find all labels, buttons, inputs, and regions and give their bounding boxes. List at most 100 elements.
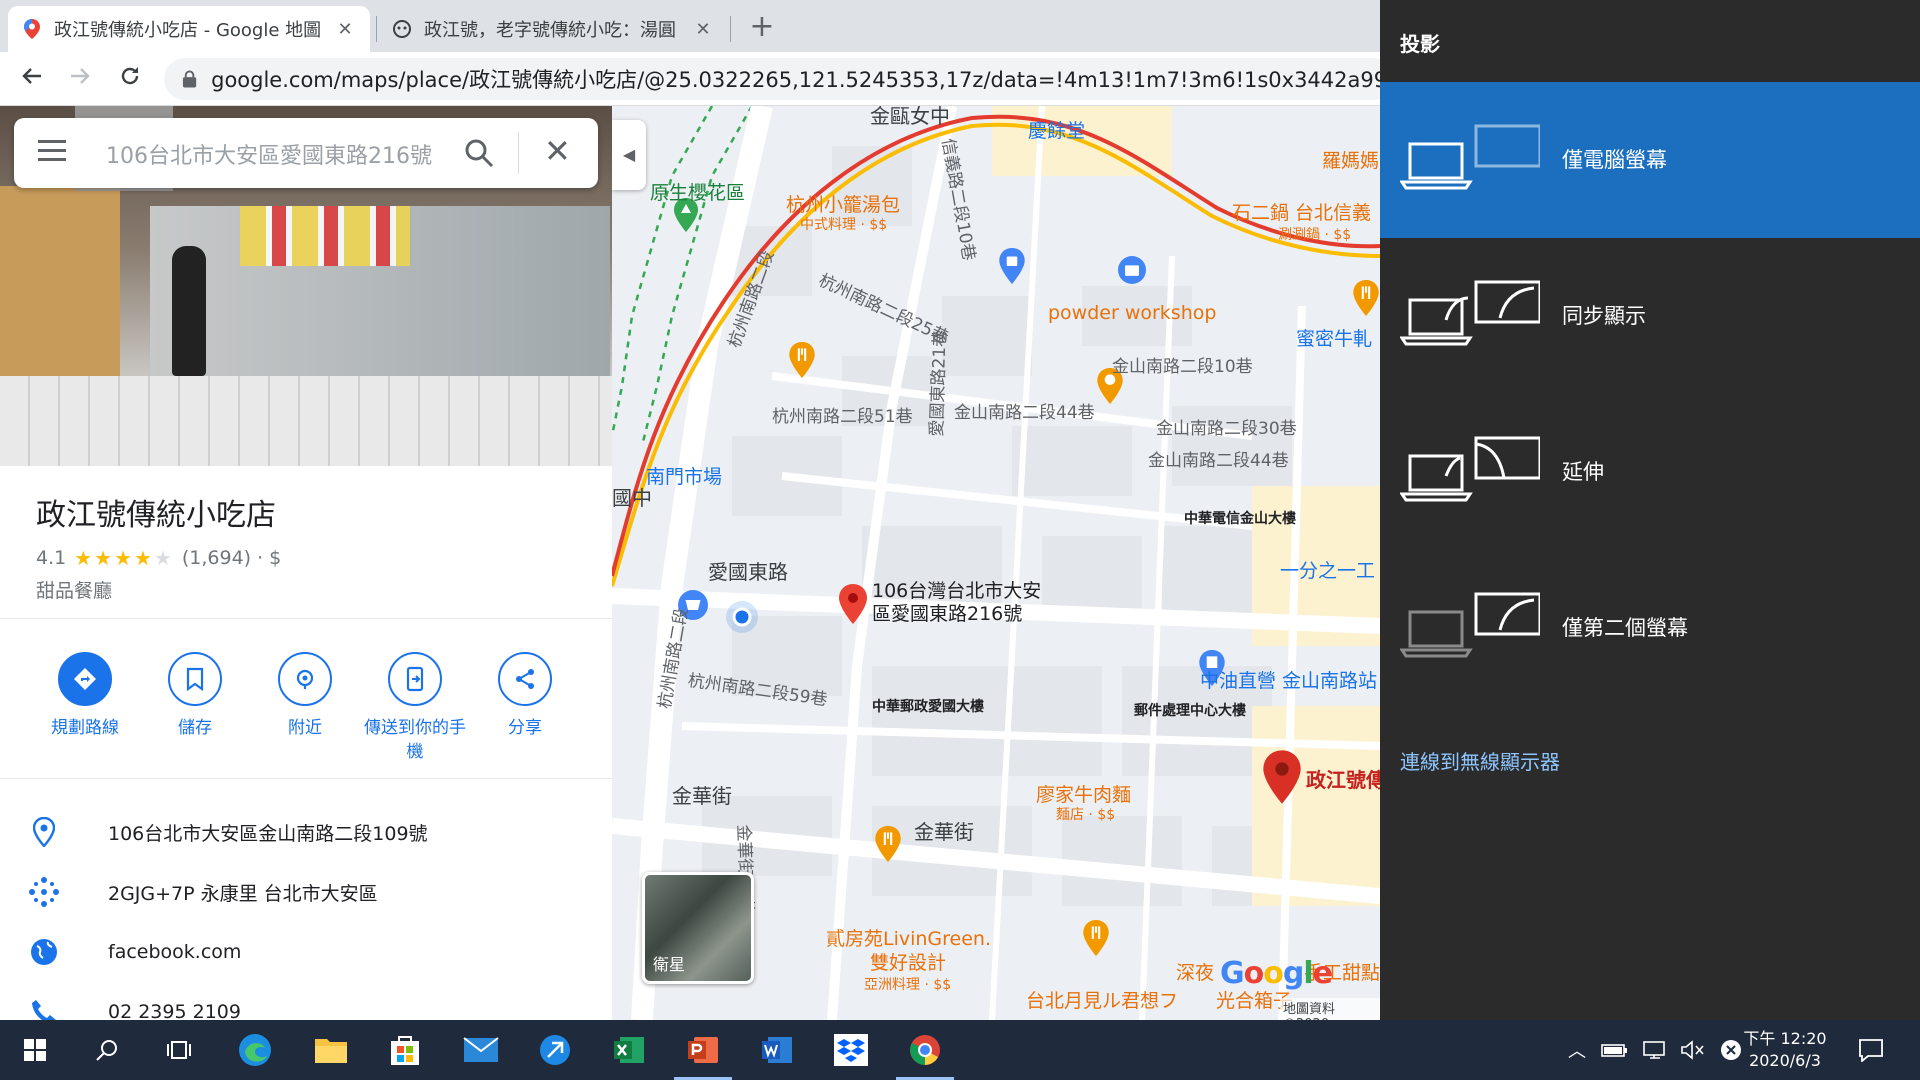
share-button[interactable]: 分享 bbox=[470, 652, 580, 740]
blog-icon bbox=[392, 19, 412, 39]
store-button[interactable] bbox=[370, 1020, 440, 1080]
folder-icon bbox=[315, 1039, 347, 1063]
tab-google-maps[interactable]: 政江號傳統小吃店 - Google 地圖 ✕ bbox=[8, 6, 370, 52]
map-label[interactable]: 中華郵政愛國大樓 bbox=[872, 696, 984, 716]
selected-place-pin-icon[interactable] bbox=[1262, 750, 1302, 804]
action-label: 分享 bbox=[508, 718, 542, 738]
pin-address-label[interactable]: 106台灣台北市大安區愛國東路216號 bbox=[872, 580, 1052, 626]
dropbox-button[interactable] bbox=[816, 1020, 886, 1080]
restaurant-marker-icon[interactable] bbox=[788, 342, 816, 378]
place-panel: 106台北市大安區愛國東路216號 ✕ 政江號傳統小吃店 4.1 ★★★★★ (… bbox=[0, 106, 612, 1020]
connect-wireless-display-link[interactable]: 連線到無線顯示器 bbox=[1400, 746, 1560, 775]
map-label[interactable]: 廖家牛肉麵 bbox=[1036, 780, 1131, 807]
satellite-layer-button[interactable]: 衛星 bbox=[642, 872, 754, 984]
map-label[interactable]: 蜜密牛軋 bbox=[1296, 324, 1372, 351]
star-rating[interactable]: ★★★★★ bbox=[74, 546, 174, 570]
menu-icon[interactable] bbox=[38, 140, 66, 166]
cafe-marker-icon[interactable] bbox=[1118, 256, 1146, 284]
excel-button[interactable] bbox=[594, 1020, 664, 1080]
reload-button[interactable] bbox=[112, 61, 148, 97]
restaurant-marker-icon[interactable] bbox=[874, 826, 902, 862]
option-label: 同步顯示 bbox=[1562, 304, 1646, 328]
taskbar-clock[interactable]: 下午 12:20 2020/6/3 bbox=[1730, 1028, 1840, 1072]
chevron-up-icon[interactable]: ︿ bbox=[1560, 1037, 1594, 1063]
search-input[interactable]: 106台北市大安區愛國東路216號 bbox=[106, 138, 446, 170]
app-button[interactable] bbox=[520, 1020, 590, 1080]
forward-button[interactable] bbox=[62, 61, 98, 97]
restaurant-marker-icon[interactable] bbox=[1352, 280, 1380, 316]
tab-divider bbox=[376, 16, 377, 42]
save-button[interactable]: 儲存 bbox=[140, 652, 250, 740]
map-label[interactable]: 原生櫻花區 bbox=[650, 178, 745, 205]
restaurant-marker-icon[interactable] bbox=[1082, 920, 1110, 956]
nearby-button[interactable]: 附近 bbox=[250, 652, 360, 740]
second-screen-only-option[interactable]: 僅第二個螢幕 bbox=[1380, 550, 1920, 706]
plus-code-row[interactable]: 2GJG+7P 永康里 台北市大安區 bbox=[0, 862, 612, 922]
rating-row: 4.1 ★★★★★ (1,694) · $ bbox=[36, 546, 281, 570]
option-label: 延伸 bbox=[1562, 460, 1604, 484]
map-label[interactable]: 郵件處理中心大樓 bbox=[1134, 700, 1246, 720]
task-view-button[interactable] bbox=[144, 1020, 214, 1080]
close-tab-icon[interactable]: ✕ bbox=[334, 19, 356, 40]
location-pin-icon bbox=[33, 817, 55, 847]
nearby-icon bbox=[296, 669, 314, 689]
edge-button[interactable] bbox=[220, 1020, 290, 1080]
back-button[interactable] bbox=[14, 61, 50, 97]
search-button[interactable] bbox=[72, 1020, 142, 1080]
close-tab-icon[interactable]: ✕ bbox=[692, 19, 714, 40]
phone-row[interactable]: 02 2395 2109 bbox=[0, 982, 612, 1020]
volume-muted-icon[interactable] bbox=[1678, 1039, 1708, 1061]
directions-button[interactable]: 規劃路線 bbox=[30, 652, 140, 740]
mail-button[interactable] bbox=[446, 1020, 516, 1080]
send-to-phone-button[interactable]: 傳送到你的手機 bbox=[360, 652, 470, 764]
pc-screen-only-icon bbox=[1400, 124, 1540, 190]
pc-screen-only-option[interactable]: 僅電腦螢幕 bbox=[1380, 82, 1920, 238]
map-label[interactable]: 杭州小籠湯包 bbox=[786, 190, 900, 217]
powerpoint-button[interactable] bbox=[668, 1020, 738, 1080]
network-icon[interactable] bbox=[1640, 1039, 1670, 1061]
action-center-button[interactable] bbox=[1836, 1020, 1906, 1080]
file-explorer-button[interactable] bbox=[296, 1020, 366, 1080]
send-to-phone-icon bbox=[406, 666, 424, 692]
selected-place-label[interactable]: 政江號傳 bbox=[1306, 764, 1380, 793]
review-count[interactable]: (1,694) bbox=[182, 547, 251, 569]
word-button[interactable] bbox=[742, 1020, 812, 1080]
map-label[interactable]: 中華電信金山大樓 bbox=[1184, 508, 1296, 528]
map-label[interactable]: 台北月見ル君想フ bbox=[1026, 986, 1178, 1013]
tab-blog[interactable]: 政江號，老字號傳統小吃：湯圓 ✕ bbox=[378, 6, 728, 52]
map-label[interactable]: 石二鍋 台北信義 bbox=[1232, 198, 1371, 225]
start-button[interactable] bbox=[0, 1020, 70, 1080]
extend-option[interactable]: 延伸 bbox=[1380, 394, 1920, 550]
search-icon[interactable] bbox=[462, 136, 496, 170]
option-label: 僅第二個螢幕 bbox=[1562, 616, 1688, 640]
chrome-button[interactable] bbox=[890, 1020, 960, 1080]
shopping-marker-icon[interactable] bbox=[998, 248, 1026, 284]
map-label[interactable]: 一分之一工 bbox=[1280, 556, 1375, 583]
map-copyright[interactable]: 地圖資料 ©2020 bbox=[1280, 998, 1380, 1020]
address-bar[interactable]: google.com/maps/place/政江號傳統小吃店/@25.03222… bbox=[164, 58, 1394, 100]
map-label[interactable]: 南門市場 bbox=[646, 462, 722, 489]
map-label[interactable]: 慶餘堂 bbox=[1028, 116, 1085, 143]
search-icon bbox=[96, 1040, 117, 1061]
map-label[interactable]: 深夜 bbox=[1176, 958, 1214, 985]
map-label[interactable]: 中油直營 金山南路站 bbox=[1200, 666, 1377, 693]
excel-icon bbox=[614, 1037, 644, 1063]
map-label[interactable]: 羅媽媽 bbox=[1322, 146, 1379, 173]
website-link[interactable]: facebook.com bbox=[108, 941, 241, 963]
project-flyout: 投影 僅電腦螢幕 同步顯示 延伸 僅第二個螢幕 連線到無線顯示器 bbox=[1380, 0, 1920, 1020]
clock-time: 下午 12:20 bbox=[1743, 1029, 1827, 1048]
place-category[interactable]: 甜品餐廳 bbox=[36, 576, 112, 603]
bookmark-icon bbox=[186, 667, 204, 691]
website-row[interactable]: facebook.com bbox=[0, 922, 612, 982]
map-label[interactable]: 貳房苑LivinGreen. bbox=[826, 924, 991, 951]
address-row[interactable]: 106台北市大安區金山南路二段109號 bbox=[0, 802, 612, 862]
battery-icon[interactable] bbox=[1600, 1040, 1630, 1060]
map-label[interactable]: powder workshop bbox=[1048, 302, 1216, 324]
map-canvas[interactable]: 原生櫻花區 杭州小籠湯包 中式料理 · $$ 慶餘堂 金甌女中 羅媽媽 石二鍋 … bbox=[612, 106, 1380, 1020]
collapse-panel-button[interactable]: ◀ bbox=[612, 120, 646, 190]
taskbar: ︿ 下午 12:20 2020/6/3 bbox=[0, 1020, 1920, 1080]
duplicate-option[interactable]: 同步顯示 bbox=[1380, 238, 1920, 394]
new-tab-button[interactable]: + bbox=[744, 10, 780, 46]
red-pin-icon[interactable] bbox=[838, 584, 868, 624]
close-icon[interactable]: ✕ bbox=[544, 132, 571, 170]
